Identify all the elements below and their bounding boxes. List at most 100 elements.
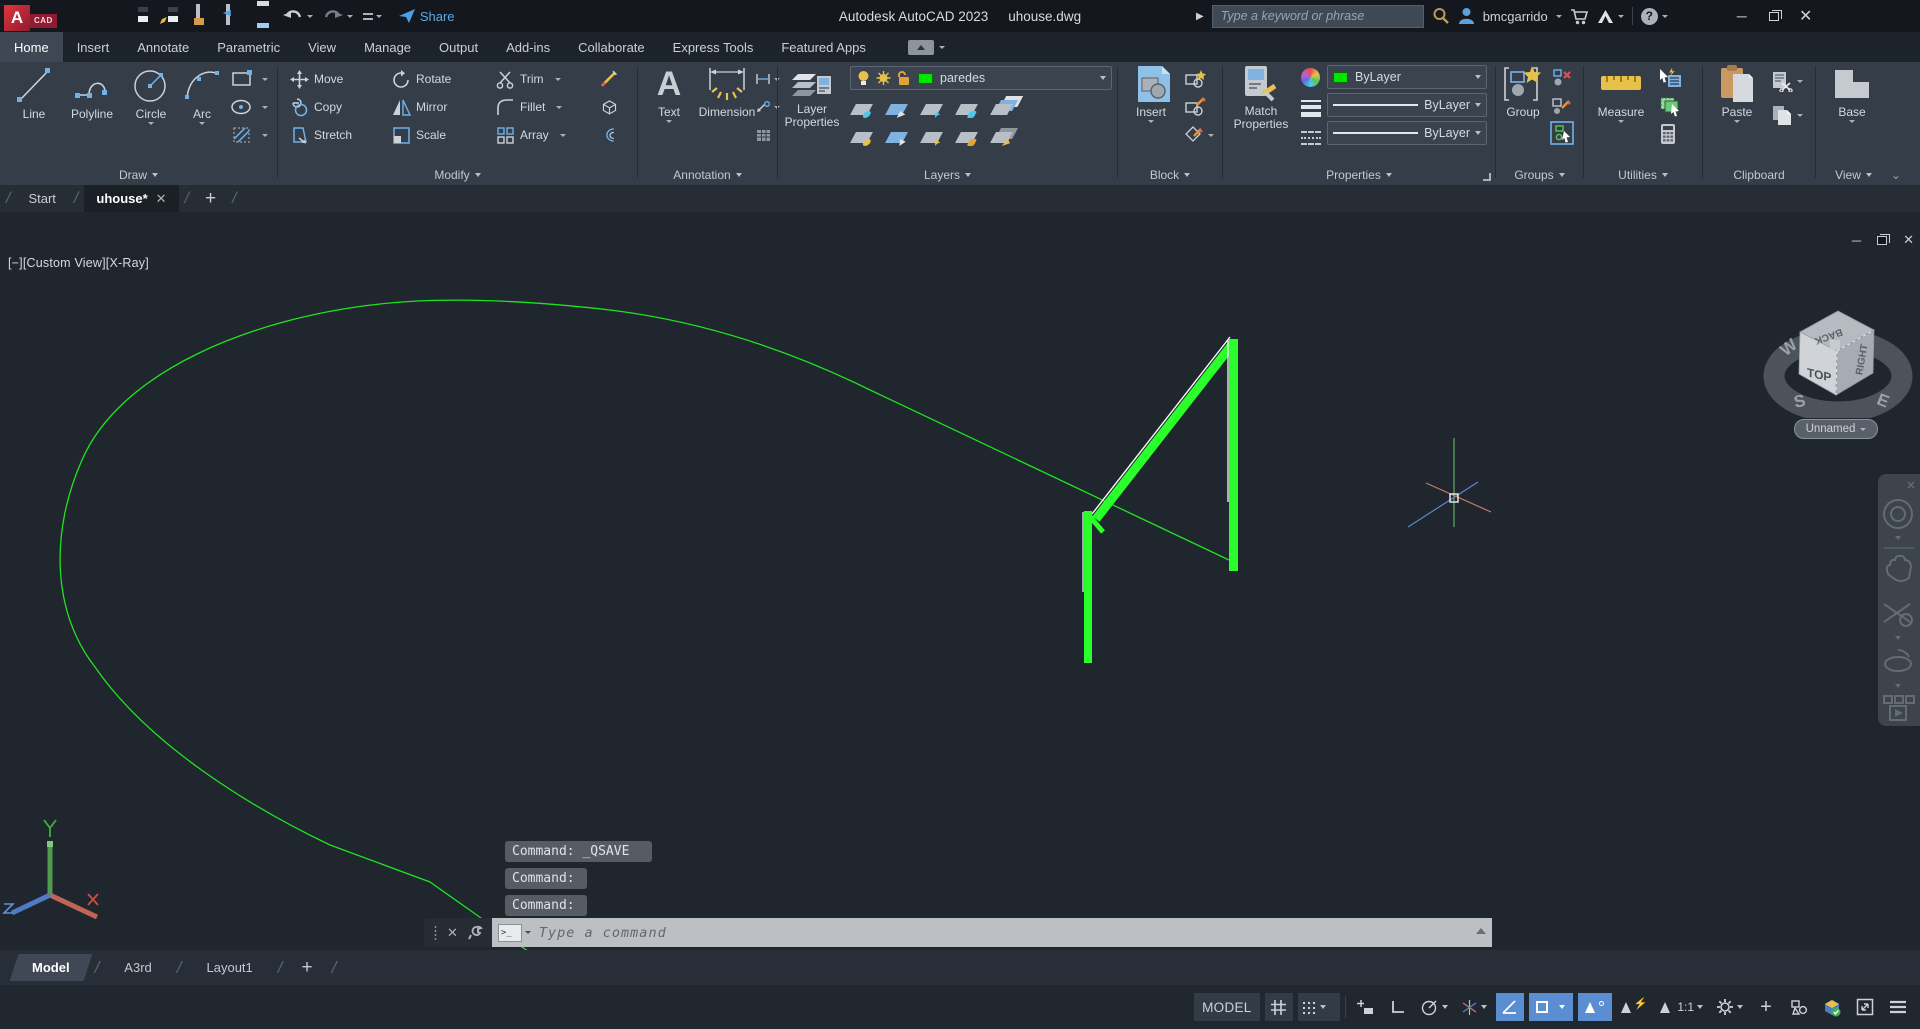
command-expand-caret[interactable] bbox=[1476, 928, 1486, 934]
tab-annotate[interactable]: Annotate bbox=[123, 32, 203, 62]
tab-insert[interactable]: Insert bbox=[63, 32, 124, 62]
polyline-button[interactable]: Polyline bbox=[62, 64, 122, 121]
osnap-toggle[interactable] bbox=[1528, 993, 1573, 1021]
grid-toggle[interactable] bbox=[1264, 993, 1293, 1021]
restore-button[interactable] bbox=[1762, 4, 1786, 28]
layer-unisolate-button[interactable] bbox=[885, 128, 908, 146]
layer-on-button[interactable] bbox=[850, 128, 873, 146]
viewport-minimize-icon[interactable]: ─ bbox=[1852, 233, 1861, 248]
dimension-button[interactable]: Dimension bbox=[696, 64, 758, 119]
open-drawing-icon[interactable] bbox=[103, 6, 123, 26]
create-block-button[interactable] bbox=[1184, 68, 1206, 90]
tab-view[interactable]: View bbox=[294, 32, 350, 62]
utilities-panel-label[interactable]: Utilities bbox=[1584, 168, 1702, 182]
autocad-logo-icon[interactable]: A CAD bbox=[0, 2, 57, 31]
insert-button[interactable]: Insert bbox=[1124, 64, 1178, 123]
layer-isolate-button[interactable] bbox=[885, 100, 908, 118]
ellipse-button[interactable] bbox=[230, 96, 268, 118]
viewcube[interactable]: W S E TOP BACK RIGHT bbox=[1758, 292, 1920, 418]
layer-dropdown-caret[interactable] bbox=[1100, 76, 1106, 80]
save-as-icon[interactable] bbox=[159, 6, 183, 26]
close-button[interactable]: ✕ bbox=[1794, 4, 1818, 28]
file-tab-start[interactable]: Start bbox=[16, 185, 67, 212]
new-file-tab-button[interactable]: + bbox=[195, 185, 226, 212]
customize-menu-button[interactable] bbox=[1884, 993, 1912, 1021]
layer-thaw-button[interactable] bbox=[920, 128, 943, 146]
measure-dropdown-caret[interactable] bbox=[1618, 120, 1624, 123]
base-button[interactable]: Base bbox=[1826, 64, 1878, 123]
batch-plot-icon[interactable] bbox=[193, 4, 213, 26]
plot-icon[interactable] bbox=[253, 6, 273, 26]
clipboard-panel-label[interactable]: Clipboard bbox=[1703, 168, 1815, 182]
copy-button[interactable]: Copy bbox=[290, 96, 342, 118]
annotation-scale-button[interactable]: 1:1 bbox=[1656, 993, 1707, 1021]
block-panel-label[interactable]: Block bbox=[1118, 168, 1222, 182]
ribbon-display-toggle[interactable] bbox=[907, 32, 945, 62]
base-dropdown-caret[interactable] bbox=[1849, 120, 1855, 123]
customization-plus-button[interactable]: + bbox=[1752, 993, 1780, 1021]
autodesk-account-button[interactable] bbox=[1597, 9, 1624, 24]
file-tab-uhouse[interactable]: uhouse* ✕ bbox=[84, 185, 179, 212]
rotate-button[interactable]: Rotate bbox=[392, 68, 451, 90]
help-button[interactable]: ? bbox=[1640, 7, 1668, 25]
layout-tab-a3rd[interactable]: A3rd bbox=[106, 954, 169, 981]
tab-parametric[interactable]: Parametric bbox=[203, 32, 294, 62]
layer-make-current-button[interactable] bbox=[990, 100, 1013, 118]
table-button[interactable] bbox=[756, 124, 771, 146]
edit-block-button[interactable] bbox=[1184, 96, 1206, 118]
erase-button[interactable] bbox=[600, 68, 619, 90]
hatch-button[interactable] bbox=[230, 124, 268, 146]
layout-tab-layout1[interactable]: Layout1 bbox=[189, 954, 271, 981]
qat-customize-button[interactable] bbox=[362, 12, 382, 20]
array-dropdown-caret[interactable] bbox=[559, 133, 566, 137]
annotation-autoscale-toggle[interactable]: ⚡ bbox=[1617, 993, 1652, 1021]
clean-screen-button[interactable] bbox=[1851, 993, 1879, 1021]
viewport-close-icon[interactable]: ✕ bbox=[1903, 232, 1914, 248]
draw-panel-label[interactable]: Draw bbox=[0, 168, 277, 182]
viewcube-cube[interactable]: TOP BACK RIGHT bbox=[1798, 310, 1875, 396]
insert-dropdown-caret[interactable] bbox=[1148, 120, 1154, 123]
cart-icon[interactable] bbox=[1570, 8, 1589, 25]
polar-tracking-toggle[interactable] bbox=[1417, 993, 1452, 1021]
circle-button[interactable]: Circle bbox=[126, 64, 176, 125]
wall-left-vertical[interactable] bbox=[1084, 511, 1092, 663]
mirror-button[interactable]: Mirror bbox=[392, 96, 447, 118]
wall-diagonal[interactable] bbox=[1092, 339, 1238, 522]
user-menu-caret[interactable] bbox=[1555, 14, 1562, 18]
tab-express-tools[interactable]: Express Tools bbox=[659, 32, 768, 62]
move-button[interactable]: Move bbox=[290, 68, 343, 90]
wall-right-vertical[interactable] bbox=[1229, 339, 1238, 571]
save-icon[interactable] bbox=[133, 6, 153, 26]
stretch-button[interactable]: Stretch bbox=[290, 124, 352, 146]
circle-dropdown-caret[interactable] bbox=[148, 122, 154, 125]
layer-dropdown[interactable]: paredes bbox=[850, 66, 1112, 90]
explode-button[interactable] bbox=[600, 96, 619, 118]
username[interactable]: bmcgarrido bbox=[1483, 9, 1548, 24]
ortho-toggle[interactable] bbox=[1384, 993, 1412, 1021]
layout-tab-model[interactable]: Model bbox=[9, 954, 92, 981]
workspace-switching-button[interactable] bbox=[1712, 993, 1747, 1021]
select-matching-button[interactable] bbox=[1658, 95, 1682, 117]
layer-properties-button[interactable]: Layer Properties bbox=[782, 64, 842, 129]
command-bar-grip[interactable] bbox=[433, 924, 438, 941]
arc-dropdown-caret[interactable] bbox=[199, 122, 205, 125]
paste-button[interactable]: Paste bbox=[1711, 64, 1763, 123]
layer-unlock-button[interactable] bbox=[955, 128, 978, 146]
group-selection-toggle[interactable] bbox=[1550, 121, 1574, 145]
groups-panel-label[interactable]: Groups bbox=[1496, 168, 1583, 182]
arc-button[interactable]: Arc bbox=[180, 64, 224, 125]
trim-button[interactable]: Trim bbox=[496, 68, 561, 90]
group-edit-button[interactable] bbox=[1550, 95, 1572, 117]
file-tab-close-icon[interactable]: ✕ bbox=[156, 191, 167, 207]
edit-attributes-button[interactable] bbox=[1184, 124, 1214, 146]
search-expand-icon[interactable]: ▶ bbox=[1196, 11, 1204, 22]
tab-manage[interactable]: Manage bbox=[350, 32, 425, 62]
new-layout-button[interactable]: + bbox=[290, 957, 325, 979]
snap-mode-toggle[interactable] bbox=[1297, 993, 1340, 1021]
paste-dropdown-caret[interactable] bbox=[1734, 120, 1740, 123]
named-view-pill[interactable]: Unnamed bbox=[1794, 419, 1878, 439]
osnap-tracking-toggle[interactable] bbox=[1495, 993, 1524, 1021]
command-input-zone[interactable]: >_ bbox=[491, 918, 1492, 947]
layer-freeze-button[interactable] bbox=[920, 100, 943, 118]
isodraft-toggle[interactable] bbox=[1457, 993, 1491, 1021]
